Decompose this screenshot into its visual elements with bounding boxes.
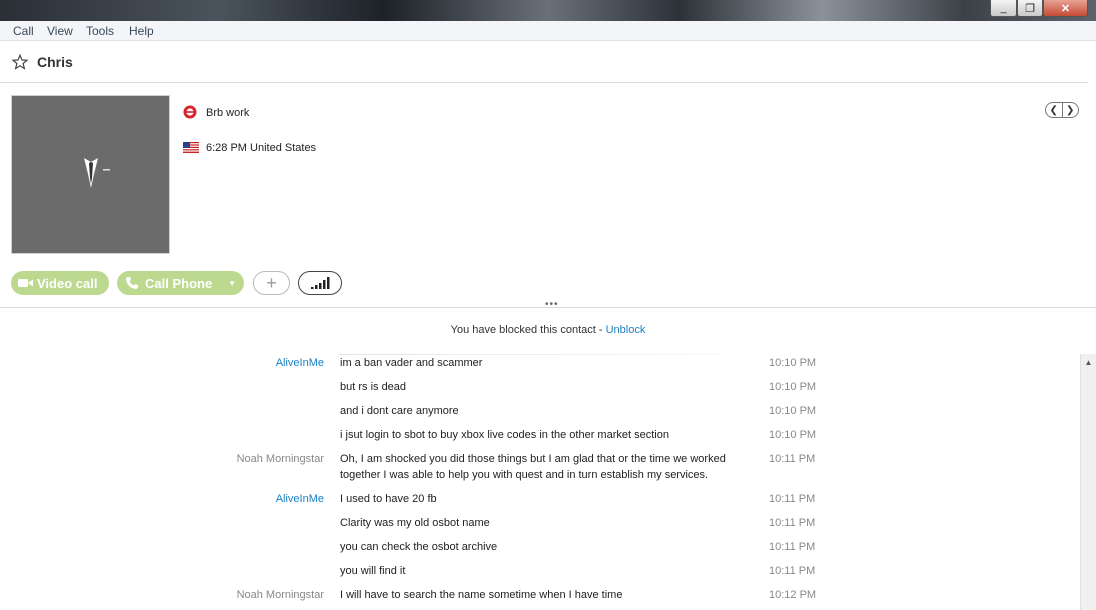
message-timestamp: 10:11 PM <box>769 541 816 553</box>
message-text: Oh, I am shocked you did those things bu… <box>340 453 726 481</box>
message-text: im a ban vader and scammer <box>340 357 483 369</box>
add-button[interactable]: + <box>253 271 290 295</box>
menu-call[interactable]: Call <box>13 24 34 38</box>
message-text: and i dont care anymore <box>340 405 459 417</box>
phone-icon <box>126 277 138 289</box>
title-bar: _ ❐ ✕ <box>0 0 1096 21</box>
avatar-logo-icon <box>84 158 110 188</box>
chevron-left-icon: ❮ <box>1049 104 1058 116</box>
video-call-button[interactable]: Video call <box>11 271 109 295</box>
video-camera-icon <box>18 279 33 287</box>
favorite-star-icon[interactable] <box>12 54 28 70</box>
message-timestamp: 10:10 PM <box>769 429 817 441</box>
contact-name: Chris <box>37 54 73 70</box>
pane-divider <box>0 307 1096 308</box>
message-sender[interactable]: AliveInMe <box>276 357 324 369</box>
message-timestamp: 10:10 PM <box>769 381 817 393</box>
close-button[interactable]: ✕ <box>1043 0 1088 17</box>
profile-nav: ❮ ❯ <box>1045 102 1079 118</box>
message-timestamp: 10:11 PM <box>769 493 816 505</box>
message-text: I used to have 20 fb <box>340 493 437 505</box>
status-busy-icon <box>183 105 197 119</box>
dropdown-arrow-icon[interactable]: ▼ <box>228 279 236 288</box>
menu-bar: Call View Tools Help <box>0 21 1096 41</box>
scroll-up-button[interactable]: ▲ <box>1081 354 1096 370</box>
message-text: but rs is dead <box>340 381 407 393</box>
message-text: you will find it <box>340 565 406 577</box>
message-sender[interactable]: Noah Morningstar <box>237 589 324 601</box>
triangle-up-icon: ▲ <box>1084 357 1093 367</box>
mood-message: Brb work <box>206 107 250 119</box>
message-timestamp: 10:11 PM <box>769 565 816 577</box>
menu-help[interactable]: Help <box>129 24 154 38</box>
chevron-right-icon: ❯ <box>1066 104 1075 116</box>
minimize-icon: _ <box>1000 2 1007 14</box>
call-phone-label: Call Phone <box>145 275 213 291</box>
message-sender[interactable]: Noah Morningstar <box>237 453 324 465</box>
blocked-notice-text: You have blocked this contact - <box>450 324 606 336</box>
signal-strength-icon <box>311 277 330 289</box>
local-time: 6:28 PM United States <box>206 142 317 154</box>
plus-icon: + <box>266 272 277 293</box>
menu-tools[interactable]: Tools <box>86 24 114 38</box>
call-phone-button[interactable]: Call Phone ▼ <box>117 271 244 295</box>
us-flag-icon <box>183 142 199 153</box>
call-quality-button[interactable] <box>298 271 342 295</box>
minimize-button[interactable]: _ <box>990 0 1017 17</box>
message-text: I will have to search the name sometime … <box>340 589 623 601</box>
message-timestamp: 10:11 PM <box>769 517 816 529</box>
message-timestamp: 10:12 PM <box>769 589 817 601</box>
close-icon: ✕ <box>1060 2 1071 15</box>
message-sender[interactable]: AliveInMe <box>276 493 324 505</box>
contact-header: Chris <box>0 41 1088 83</box>
message-timestamp: 10:10 PM <box>769 405 817 417</box>
blocked-notice: You have blocked this contact - Unblock <box>0 324 1096 336</box>
message-text: you can check the osbot archive <box>340 541 498 553</box>
maximize-button[interactable]: ❐ <box>1017 0 1043 17</box>
contact-avatar <box>11 95 170 254</box>
maximize-icon: ❐ <box>1025 2 1035 15</box>
pane-resize-grip[interactable]: ••• <box>545 299 559 310</box>
message-timestamp: 10:11 PM <box>769 453 816 465</box>
previous-button[interactable]: ❮ <box>1046 103 1063 117</box>
chat-scrollbar[interactable]: ▲ <box>1080 354 1096 610</box>
next-button[interactable]: ❯ <box>1063 103 1079 117</box>
unblock-link[interactable]: Unblock <box>606 324 646 336</box>
message-text: i jsut login to sbot to buy xbox live co… <box>340 429 669 441</box>
video-call-label: Video call <box>37 275 98 291</box>
menu-view[interactable]: View <box>47 24 73 38</box>
message-text: Clarity was my old osbot name <box>340 517 490 529</box>
message-timestamp: 10:10 PM <box>769 357 817 369</box>
